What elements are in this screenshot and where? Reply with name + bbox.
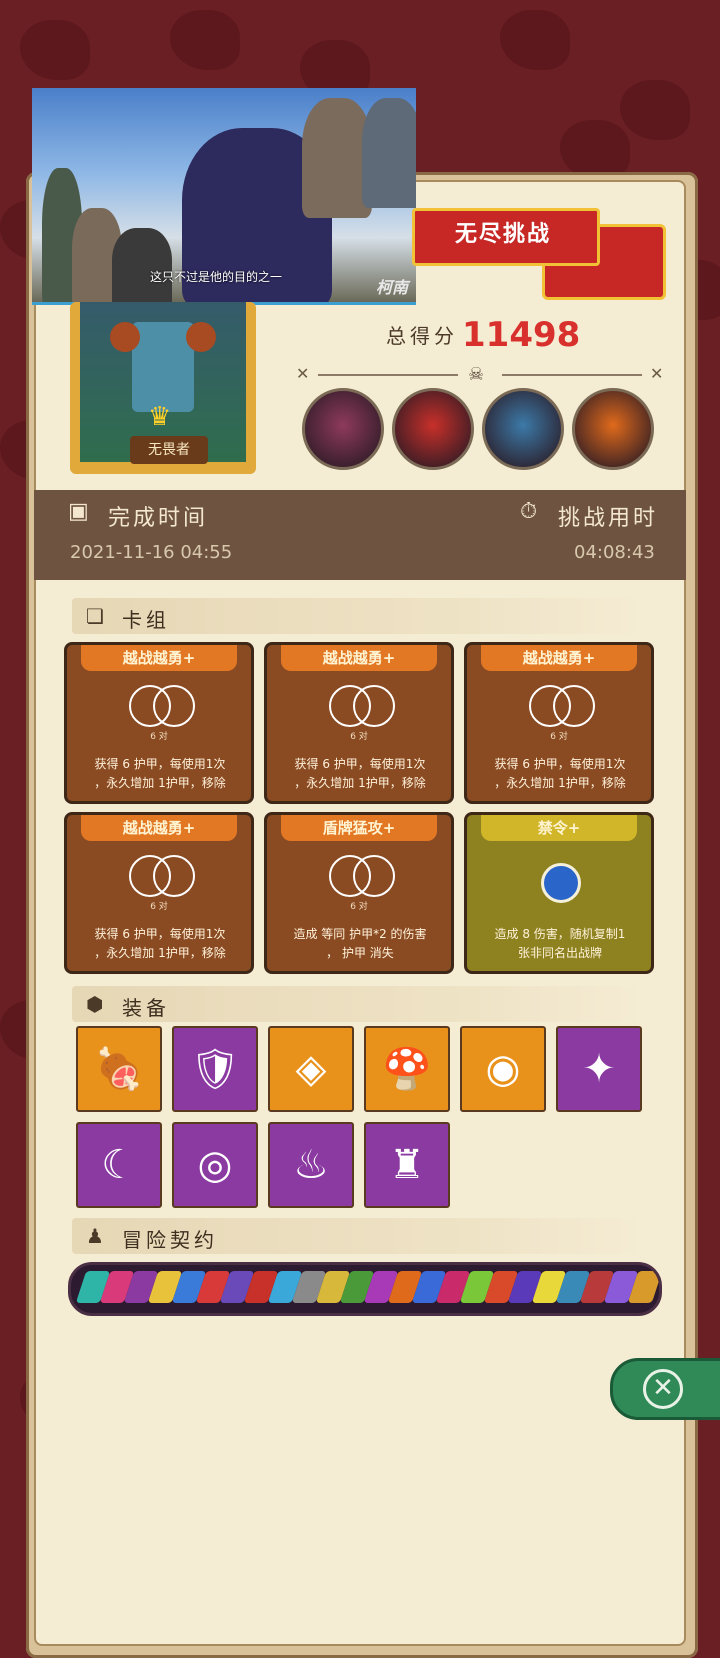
card-cost: 6 对 <box>350 902 368 912</box>
armor-vest-icon: ♜ <box>389 1142 425 1188</box>
deck-card[interactable]: 盾牌猛攻+ 6 对造成 等同 护甲*2 的伤害， 护甲 消失 <box>264 812 454 974</box>
contract-strip[interactable] <box>68 1262 662 1316</box>
equipment-slot[interactable]: ◎ <box>172 1122 258 1208</box>
card-description: 获得 6 护甲，每使用1次 ，永久增加 1护甲，移除 <box>494 757 626 790</box>
section-contract: ♟ 冒险契约 <box>72 1218 646 1254</box>
video-logo: 柯南 <box>375 278 408 297</box>
title-banner: 无尽挑战 <box>412 196 666 304</box>
boss-list <box>302 388 664 474</box>
box-icon: ⬢ <box>86 992 104 1016</box>
card-description: 造成 8 伤害，随机复制1 张非同名出战牌 <box>494 927 626 960</box>
boss-divider: ✕ ☠ ✕ <box>296 364 668 385</box>
card-description: 造成 等同 护甲*2 的伤害， 护甲 消失 <box>293 927 427 960</box>
equipment-slot[interactable]: ☾ <box>76 1122 162 1208</box>
blue-shield-icon: 🛡 <box>189 1046 241 1093</box>
moon-star-icon: ☾ <box>101 1142 137 1188</box>
equipment-slot[interactable]: ✦ <box>556 1026 642 1112</box>
card-cost: 6 对 <box>350 732 368 742</box>
crystal-shield-icon: ◈ <box>295 1046 327 1092</box>
skull-icon: ☠ <box>468 364 485 385</box>
card-cost: 6 对 <box>150 902 168 912</box>
ring-donut-icon: ◉ <box>485 1046 521 1092</box>
hero-portrait: ♛ 无畏者 <box>70 302 256 474</box>
equipment-slot[interactable]: ◉ <box>460 1026 546 1112</box>
video-subtitle: 这只不过是他的目的之一 <box>150 270 283 284</box>
duration-value: 04:08:43 <box>574 542 655 563</box>
equipment-slot[interactable]: ♜ <box>364 1122 450 1208</box>
stopwatch-icon: ⏱ <box>520 499 538 524</box>
close-icon: ✕ <box>643 1369 683 1409</box>
rings-icon <box>129 855 195 897</box>
sword-icon: ✕ <box>650 364 664 383</box>
section-equipment: ⬢ 装备 <box>72 986 646 1022</box>
dark-dice-icon: ✦ <box>582 1046 616 1092</box>
rings-icon <box>129 685 195 727</box>
blue-beast-boss[interactable] <box>482 388 564 470</box>
stone-golem-boss[interactable] <box>302 388 384 470</box>
total-score: 总得分 11498 <box>386 312 581 355</box>
time-band: ▣ 完成时间 2021-11-16 04:55 ⏱ 挑战用时 04:08:43 <box>34 490 686 580</box>
card-title: 禁令+ <box>481 815 637 841</box>
banner-title: 无尽挑战 <box>454 222 551 247</box>
close-button[interactable]: ✕ <box>610 1358 720 1420</box>
equipment-slot[interactable]: ◈ <box>268 1026 354 1112</box>
deck-card[interactable]: 越战越勇+ 6 对获得 6 护甲，每使用1次 ，永久增加 1护甲，移除 <box>464 642 654 804</box>
meat-leg-icon: 🍖 <box>94 1046 144 1093</box>
card-title: 越战越勇+ <box>281 645 437 671</box>
rings-icon <box>329 685 395 727</box>
lion-mask-boss[interactable] <box>572 388 654 470</box>
finish-time-label: 完成时间 <box>108 506 209 531</box>
red-potion-icon: ♨ <box>293 1142 329 1188</box>
person-icon: ♟ <box>86 1224 104 1248</box>
card-title: 越战越勇+ <box>481 645 637 671</box>
card-description: 获得 6 护甲，每使用1次 ，永久增加 1护甲，移除 <box>94 927 226 960</box>
mirror-icon: ◎ <box>197 1142 233 1188</box>
card-cost: 6 对 <box>150 732 168 742</box>
section-deck-title: 卡组 <box>122 608 170 632</box>
equipment-slot[interactable]: 🍄 <box>364 1026 450 1112</box>
deck-card[interactable]: 越战越勇+ 6 对获得 6 护甲，每使用1次 ，永久增加 1护甲，移除 <box>64 812 254 974</box>
blue-gem-icon <box>541 863 581 903</box>
film-icon: ▣ <box>68 499 89 524</box>
card-title: 盾牌猛攻+ <box>281 815 437 841</box>
blue-mushroom-icon: 🍄 <box>382 1046 432 1093</box>
section-deck: ❏ 卡组 <box>72 598 646 634</box>
card-description: 获得 6 护甲，每使用1次 ，永久增加 1护甲，移除 <box>294 757 426 790</box>
deck-card[interactable]: 越战越勇+ 6 对获得 6 护甲，每使用1次 ，永久增加 1护甲，移除 <box>64 642 254 804</box>
score-value: 11498 <box>462 315 581 355</box>
finish-time-value: 2021-11-16 04:55 <box>70 542 233 563</box>
duration-label: 挑战用时 <box>558 506 659 531</box>
deck-card[interactable]: 禁令+ 造成 8 伤害，随机复制1 张非同名出战牌 <box>464 812 654 974</box>
card-cost: 6 对 <box>550 732 568 742</box>
sword-icon: ✕ <box>296 364 310 383</box>
section-contract-title: 冒险契约 <box>122 1228 218 1252</box>
crown-icon: ♛ <box>148 402 172 432</box>
equipment-slot[interactable]: 🛡 <box>172 1026 258 1112</box>
card-title: 越战越勇+ <box>81 815 237 841</box>
rings-icon <box>529 685 595 727</box>
deck-card[interactable]: 越战越勇+ 6 对获得 6 护甲，每使用1次 ，永久增加 1护甲，移除 <box>264 642 454 804</box>
equipment-slot[interactable]: 🍖 <box>76 1026 162 1112</box>
red-monster-boss[interactable] <box>392 388 474 470</box>
card-title: 越战越勇+ <box>81 645 237 671</box>
video-overlay[interactable]: 这只不过是他的目的之一 柯南 <box>32 88 416 305</box>
hero-name: 无畏者 <box>130 436 208 464</box>
section-equipment-title: 装备 <box>122 996 170 1020</box>
rings-icon <box>329 855 395 897</box>
equipment-slot[interactable]: ♨ <box>268 1122 354 1208</box>
card-description: 获得 6 护甲，每使用1次 ，永久增加 1护甲，移除 <box>94 757 226 790</box>
score-label: 总得分 <box>386 324 458 348</box>
cards-icon: ❏ <box>86 604 104 628</box>
